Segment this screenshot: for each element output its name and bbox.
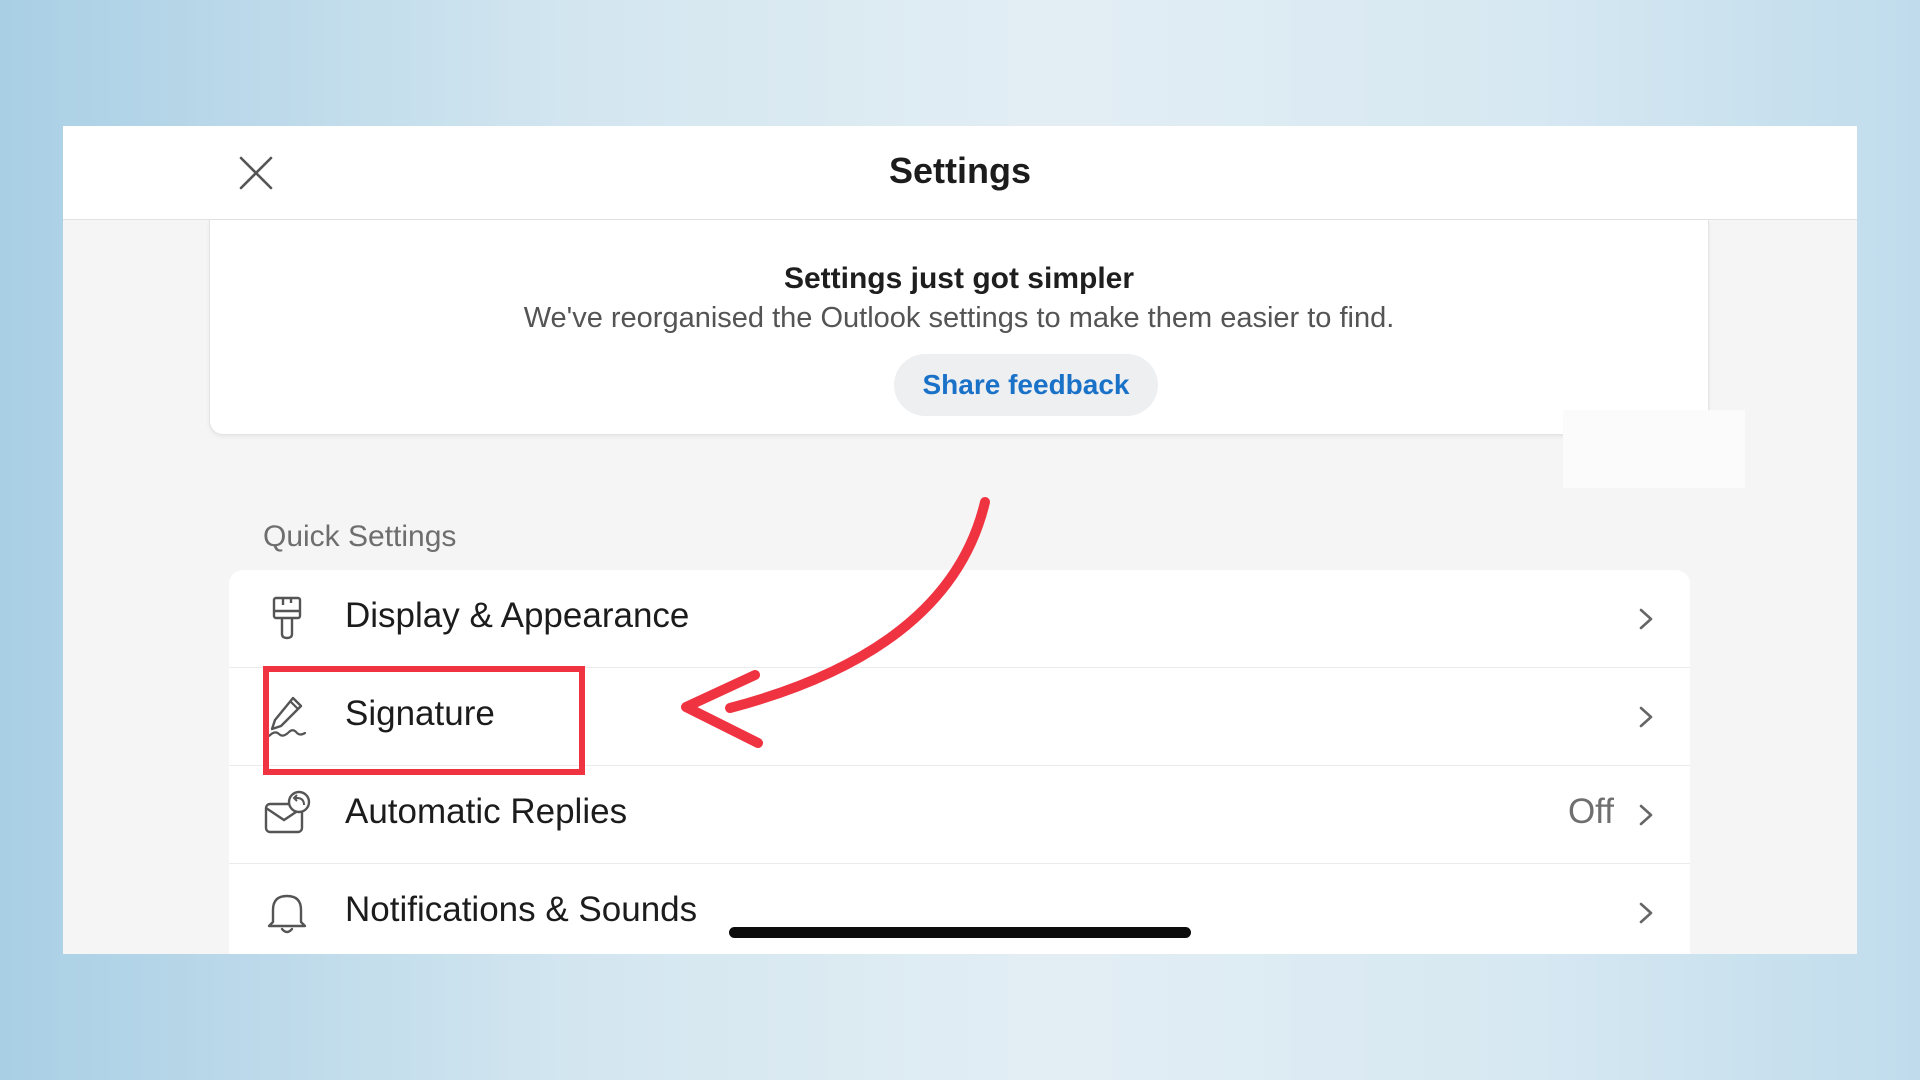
- quick-settings-list: Display & Appearance Signature Automatic…: [229, 570, 1690, 954]
- row-label: Signature: [345, 694, 495, 733]
- row-label: Automatic Replies: [345, 792, 628, 831]
- display-appearance-row[interactable]: Display & Appearance: [229, 570, 1690, 667]
- chevron-right-icon: [1639, 902, 1653, 924]
- page-title: Settings: [888, 150, 1031, 191]
- row-label: Display & Appearance: [345, 596, 690, 635]
- bell-icon: [267, 894, 307, 934]
- chevron-right-icon: [1639, 804, 1653, 826]
- automatic-replies-row[interactable]: Automatic Replies Off: [229, 766, 1690, 863]
- envelope-reply-icon: [264, 790, 311, 834]
- quick-settings-heading: Quick Settings: [263, 520, 457, 553]
- share-feedback-button[interactable]: Share feedback: [894, 354, 1158, 416]
- banner-title: Settings just got simpler: [783, 262, 1135, 295]
- paintbrush-icon: [272, 596, 302, 640]
- automatic-replies-status: Off: [1567, 792, 1614, 831]
- signature-row[interactable]: Signature: [229, 668, 1690, 765]
- banner-subtitle: We've reorganised the Outlook settings t…: [523, 302, 1395, 334]
- notifications-sounds-row[interactable]: Notifications & Sounds: [229, 864, 1690, 954]
- top-bar: Settings: [63, 126, 1857, 220]
- chevron-right-icon: [1639, 608, 1653, 630]
- row-label: Notifications & Sounds: [345, 890, 698, 929]
- overlay-patch: [1563, 410, 1745, 488]
- chevron-right-icon: [1639, 706, 1653, 728]
- settings-screen: Settings Settings just got simpler We've…: [63, 126, 1857, 954]
- home-indicator: [729, 927, 1191, 938]
- signature-pen-icon: [267, 696, 307, 738]
- simplified-settings-banner: Settings just got simpler We've reorgani…: [209, 220, 1709, 435]
